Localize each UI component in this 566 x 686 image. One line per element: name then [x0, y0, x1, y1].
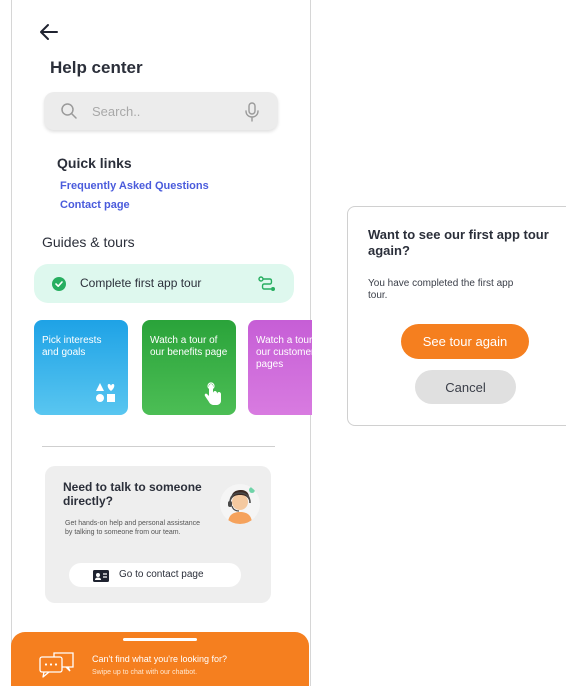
check-circle-icon	[52, 277, 66, 291]
route-icon	[258, 276, 276, 292]
cancel-button[interactable]: Cancel	[415, 370, 516, 404]
chatbot-swipe-bar[interactable]: Can't find what you're looking for? Swip…	[11, 632, 309, 686]
chatbot-title: Can't find what you're looking for?	[92, 654, 228, 664]
chatbot-subtitle: Swipe up to chat with our chatbot.	[92, 669, 198, 676]
tap-hand-icon	[203, 382, 223, 410]
completed-tour-label: Complete first app tour	[80, 276, 202, 290]
guide-card-benefits-tour[interactable]: Watch a tour of our benefits page	[142, 320, 236, 415]
guide-card-label: Watch a tour of our benefits page	[150, 335, 228, 358]
quick-links-title: Quick links	[57, 155, 132, 171]
dialog-title: Want to see our first app tour again?	[368, 227, 549, 258]
microphone-icon[interactable]	[244, 102, 260, 122]
support-agent-avatar	[220, 484, 260, 524]
contact-page-link[interactable]: Contact page	[60, 199, 130, 211]
guide-card-label: Watch a tour of our customer pages	[256, 335, 312, 370]
guide-card-customer-pages[interactable]: Watch a tour of our customer pages	[248, 320, 312, 415]
dialog-body: You have completed the first app tour.	[368, 278, 514, 301]
guides-tours-title: Guides & tours	[42, 234, 135, 250]
faq-link[interactable]: Frequently Asked Questions	[60, 180, 209, 192]
shapes-icon	[95, 382, 117, 408]
chat-bubbles-icon	[39, 652, 75, 678]
search-input[interactable]	[92, 101, 232, 121]
contact-support-card: Need to talk to someone directly? Get ha…	[45, 466, 271, 603]
search-icon	[60, 102, 78, 120]
guide-card-label: Pick interests and goals	[42, 335, 102, 358]
go-to-contact-page-button[interactable]: Go to contact page	[69, 563, 241, 587]
search-bar[interactable]	[44, 92, 278, 130]
tour-again-dialog: Want to see our first app tour again? Yo…	[347, 206, 566, 426]
go-to-contact-page-label: Go to contact page	[119, 569, 204, 580]
arrow-left-icon[interactable]	[38, 22, 60, 42]
see-tour-again-button[interactable]: See tour again	[401, 324, 529, 359]
help-center-screen: Help center Quick links Frequently Asked…	[0, 0, 312, 686]
contact-support-description: Get hands-on help and personal assistanc…	[65, 520, 201, 536]
page-title: Help center	[50, 58, 143, 77]
completed-tour-item[interactable]: Complete first app tour	[34, 264, 294, 303]
guide-card-pick-interests[interactable]: Pick interests and goals	[34, 320, 128, 415]
contact-card-icon	[93, 569, 109, 582]
section-divider	[42, 446, 275, 447]
screen-edge-left	[11, 0, 12, 686]
contact-support-title: Need to talk to someone directly?	[63, 480, 202, 508]
drag-handle[interactable]	[123, 638, 197, 641]
